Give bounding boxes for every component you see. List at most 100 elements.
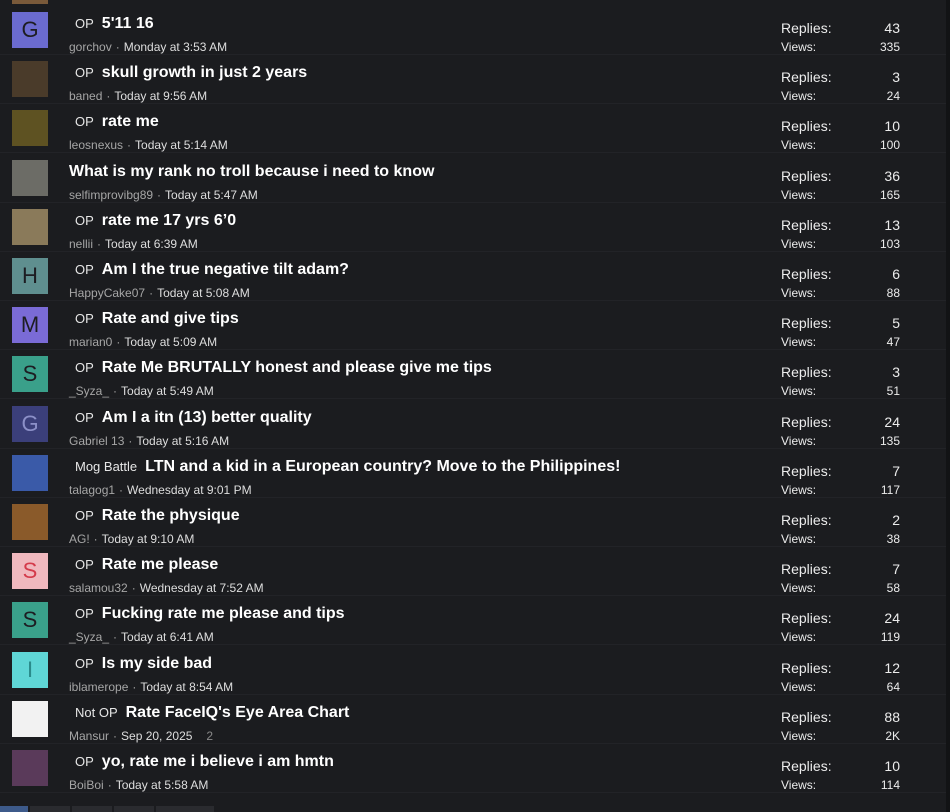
avatar[interactable]: S [12, 602, 48, 639]
thread-row[interactable]: OP rate me 17 yrs 6’0 nellii · Today at 6:39… [0, 202, 946, 252]
author-link[interactable]: baned [69, 89, 102, 103]
avatar[interactable] [12, 504, 48, 540]
avatar[interactable] [12, 700, 48, 737]
thread-date-link[interactable]: Today at 5:49 AM [121, 384, 214, 398]
thread-row[interactable]: OP Rate the physique AG! · Today at 9:10 AM R… [0, 497, 946, 547]
author-link[interactable]: iblamerope [69, 680, 128, 694]
thread-row[interactable]: Mog Battle LTN and a kid in a European co… [0, 448, 946, 498]
page-button[interactable] [114, 806, 154, 812]
avatar[interactable]: S [12, 553, 48, 590]
thread-title-link[interactable]: Am I a itn (13) better quality [102, 409, 312, 427]
page-button[interactable] [72, 806, 112, 812]
author-link[interactable]: nellii [69, 237, 93, 251]
page-button-active[interactable] [0, 806, 28, 812]
author-link[interactable]: marian0 [69, 335, 112, 349]
thread-date-link[interactable]: Today at 6:41 AM [121, 630, 214, 644]
thread-date-link[interactable]: Today at 5:58 AM [116, 778, 209, 792]
thread-title-link[interactable]: LTN and a kid in a European country? Mov… [145, 458, 620, 476]
thread-prefix[interactable]: OP [75, 213, 94, 228]
page-button[interactable] [156, 806, 214, 812]
author-link[interactable]: BoiBoi [69, 778, 104, 792]
author-link[interactable]: salamou32 [69, 581, 128, 595]
thread-prefix[interactable]: OP [75, 606, 94, 621]
thread-prefix[interactable]: Not OP [75, 705, 118, 720]
avatar[interactable] [12, 159, 48, 196]
author-link[interactable]: leosnexus [69, 138, 123, 152]
thread-row[interactable]: Not OP Rate FaceIQ's Eye Area Chart Mansur… [0, 694, 946, 744]
thread-title-link[interactable]: Rate Me BRUTALLY honest and please give … [102, 359, 492, 377]
thread-row[interactable]: OP yo, rate me i believe i am hmtn BoiBoi ·… [0, 743, 946, 793]
avatar[interactable]: I [12, 651, 48, 688]
thread-prefix[interactable]: Mog Battle [75, 459, 137, 474]
avatar[interactable] [12, 110, 48, 147]
avatar[interactable]: M [12, 307, 48, 344]
thread-row[interactable]: What is my rank no troll because i need … [0, 153, 946, 203]
thread-title-link[interactable]: Rate the physique [102, 507, 240, 525]
author-link[interactable]: HappyCake07 [69, 286, 145, 300]
author-link[interactable]: Mansur [69, 729, 109, 743]
thread-title-link[interactable]: Fucking rate me please and tips [102, 605, 345, 623]
thread-title-link[interactable]: 5'11 16 [102, 15, 154, 33]
thread-date-link[interactable]: Today at 5:47 AM [165, 188, 258, 202]
author-link[interactable]: selfimprovibg89 [69, 188, 153, 202]
thread-prefix[interactable]: OP [75, 508, 94, 523]
thread-title-link[interactable]: rate me 17 yrs 6’0 [102, 212, 236, 230]
thread-date-link[interactable]: Sep 20, 2025 [121, 729, 192, 743]
thread-prefix[interactable]: OP [75, 114, 94, 129]
thread-prefix[interactable]: OP [75, 410, 94, 425]
avatar[interactable] [12, 208, 48, 245]
thread-prefix[interactable]: OP [75, 16, 94, 31]
thread-prefix[interactable]: OP [75, 557, 94, 572]
thread-row[interactable]: G OP 5'11 16 gorchov · Monday at 3:53 AM Repli… [0, 5, 946, 55]
thread-date-link[interactable]: Today at 5:14 AM [135, 138, 228, 152]
thread-prefix[interactable]: OP [75, 360, 94, 375]
page-button[interactable] [30, 806, 70, 812]
thread-date-link[interactable]: Today at 6:39 AM [105, 237, 198, 251]
thread-row[interactable]: S OP Rate me please salamou32 · Wednesday at … [0, 546, 946, 597]
thread-row[interactable]: G OP Am I a itn (13) better quality Gabriel… [0, 399, 946, 449]
avatar[interactable] [12, 454, 48, 491]
thread-row[interactable]: M OP Rate and give tips marian0 · Today at 5:… [0, 300, 946, 351]
avatar[interactable]: H [12, 258, 48, 294]
avatar[interactable]: S [12, 356, 48, 393]
thread-row[interactable]: H OP Am I the true negative tilt adam? Happ… [0, 251, 946, 301]
thread-row[interactable]: OP rate me leosnexus · Today at 5:14 AM Repli… [0, 103, 946, 154]
thread-title-link[interactable]: rate me [102, 113, 159, 131]
thread-title-link[interactable]: Am I the true negative tilt adam? [102, 261, 349, 279]
author-link[interactable]: gorchov [69, 40, 112, 54]
avatar[interactable] [12, 61, 48, 98]
thread-date-link[interactable]: Today at 8:54 AM [140, 680, 233, 694]
thread-prefix[interactable]: OP [75, 262, 94, 277]
thread-date-link[interactable]: Today at 9:10 AM [102, 532, 195, 546]
thread-prefix[interactable]: OP [75, 656, 94, 671]
thread-title-link[interactable]: yo, rate me i believe i am hmtn [102, 753, 334, 771]
thread-date-link[interactable]: Monday at 3:53 AM [124, 40, 227, 54]
thread-title-link[interactable]: Rate and give tips [102, 310, 239, 328]
avatar[interactable] [12, 750, 48, 786]
thread-title-link[interactable]: What is my rank no troll because i need … [69, 163, 434, 181]
thread-title-link[interactable]: skull growth in just 2 years [102, 64, 307, 82]
thread-row[interactable]: S OP Rate Me BRUTALLY honest and please gi… [0, 349, 946, 400]
thread-row[interactable]: I OP Is my side bad iblamerope · Today at 8:5… [0, 645, 946, 695]
thread-prefix[interactable]: OP [75, 754, 94, 769]
thread-date-link[interactable]: Wednesday at 9:01 PM [127, 483, 252, 497]
author-link[interactable]: Gabriel 13 [69, 434, 124, 448]
thread-date-link[interactable]: Wednesday at 7:52 AM [140, 581, 264, 595]
thread-row[interactable]: S OP Fucking rate me please and tips _Syza_… [0, 595, 946, 646]
thread-page-link[interactable]: 2 [206, 729, 213, 743]
avatar[interactable]: G [12, 405, 48, 442]
author-link[interactable]: _Syza_ [69, 384, 109, 398]
thread-title-link[interactable]: Rate FaceIQ's Eye Area Chart [126, 704, 350, 722]
author-link[interactable]: _Syza_ [69, 630, 109, 644]
avatar[interactable]: G [12, 12, 48, 48]
thread-date-link[interactable]: Today at 5:08 AM [157, 286, 250, 300]
author-link[interactable]: AG! [69, 532, 90, 546]
thread-row[interactable]: OP skull growth in just 2 years baned · Toda… [0, 54, 946, 105]
thread-prefix[interactable]: OP [75, 311, 94, 326]
thread-date-link[interactable]: Today at 5:16 AM [136, 434, 229, 448]
author-link[interactable]: talagog1 [69, 483, 115, 497]
thread-title-link[interactable]: Is my side bad [102, 655, 212, 673]
thread-date-link[interactable]: Today at 9:56 AM [114, 89, 207, 103]
thread-date-link[interactable]: Today at 5:09 AM [124, 335, 217, 349]
thread-prefix[interactable]: OP [75, 65, 94, 80]
